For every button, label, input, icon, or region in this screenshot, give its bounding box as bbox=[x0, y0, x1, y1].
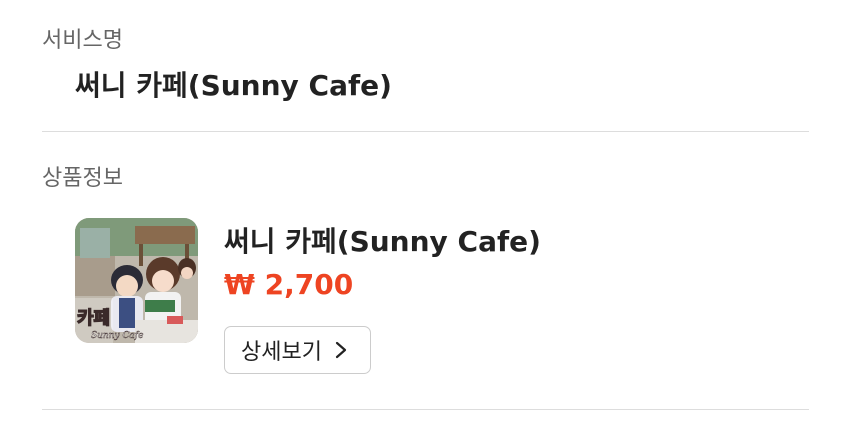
chevron-right-icon bbox=[334, 341, 348, 359]
product-price: ₩ 2,700 bbox=[224, 268, 354, 301]
thumbnail-subtitle-text: Sunny Cafe bbox=[91, 331, 143, 341]
service-name-value: 써니 카페(Sunny Cafe) bbox=[75, 69, 392, 102]
section-divider bbox=[42, 131, 809, 132]
view-details-label: 상세보기 bbox=[241, 340, 322, 365]
service-name-label: 서비스명 bbox=[42, 28, 123, 53]
view-details-button[interactable]: 상세보기 bbox=[224, 326, 371, 374]
product-info-label: 상품정보 bbox=[42, 166, 123, 191]
product-title[interactable]: 써니 카페(Sunny Cafe) bbox=[224, 220, 541, 260]
thumbnail-title-text: 카페 bbox=[77, 308, 110, 329]
section-divider-bottom bbox=[42, 409, 809, 410]
product-thumbnail[interactable]: 카페 Sunny Cafe bbox=[75, 218, 198, 343]
